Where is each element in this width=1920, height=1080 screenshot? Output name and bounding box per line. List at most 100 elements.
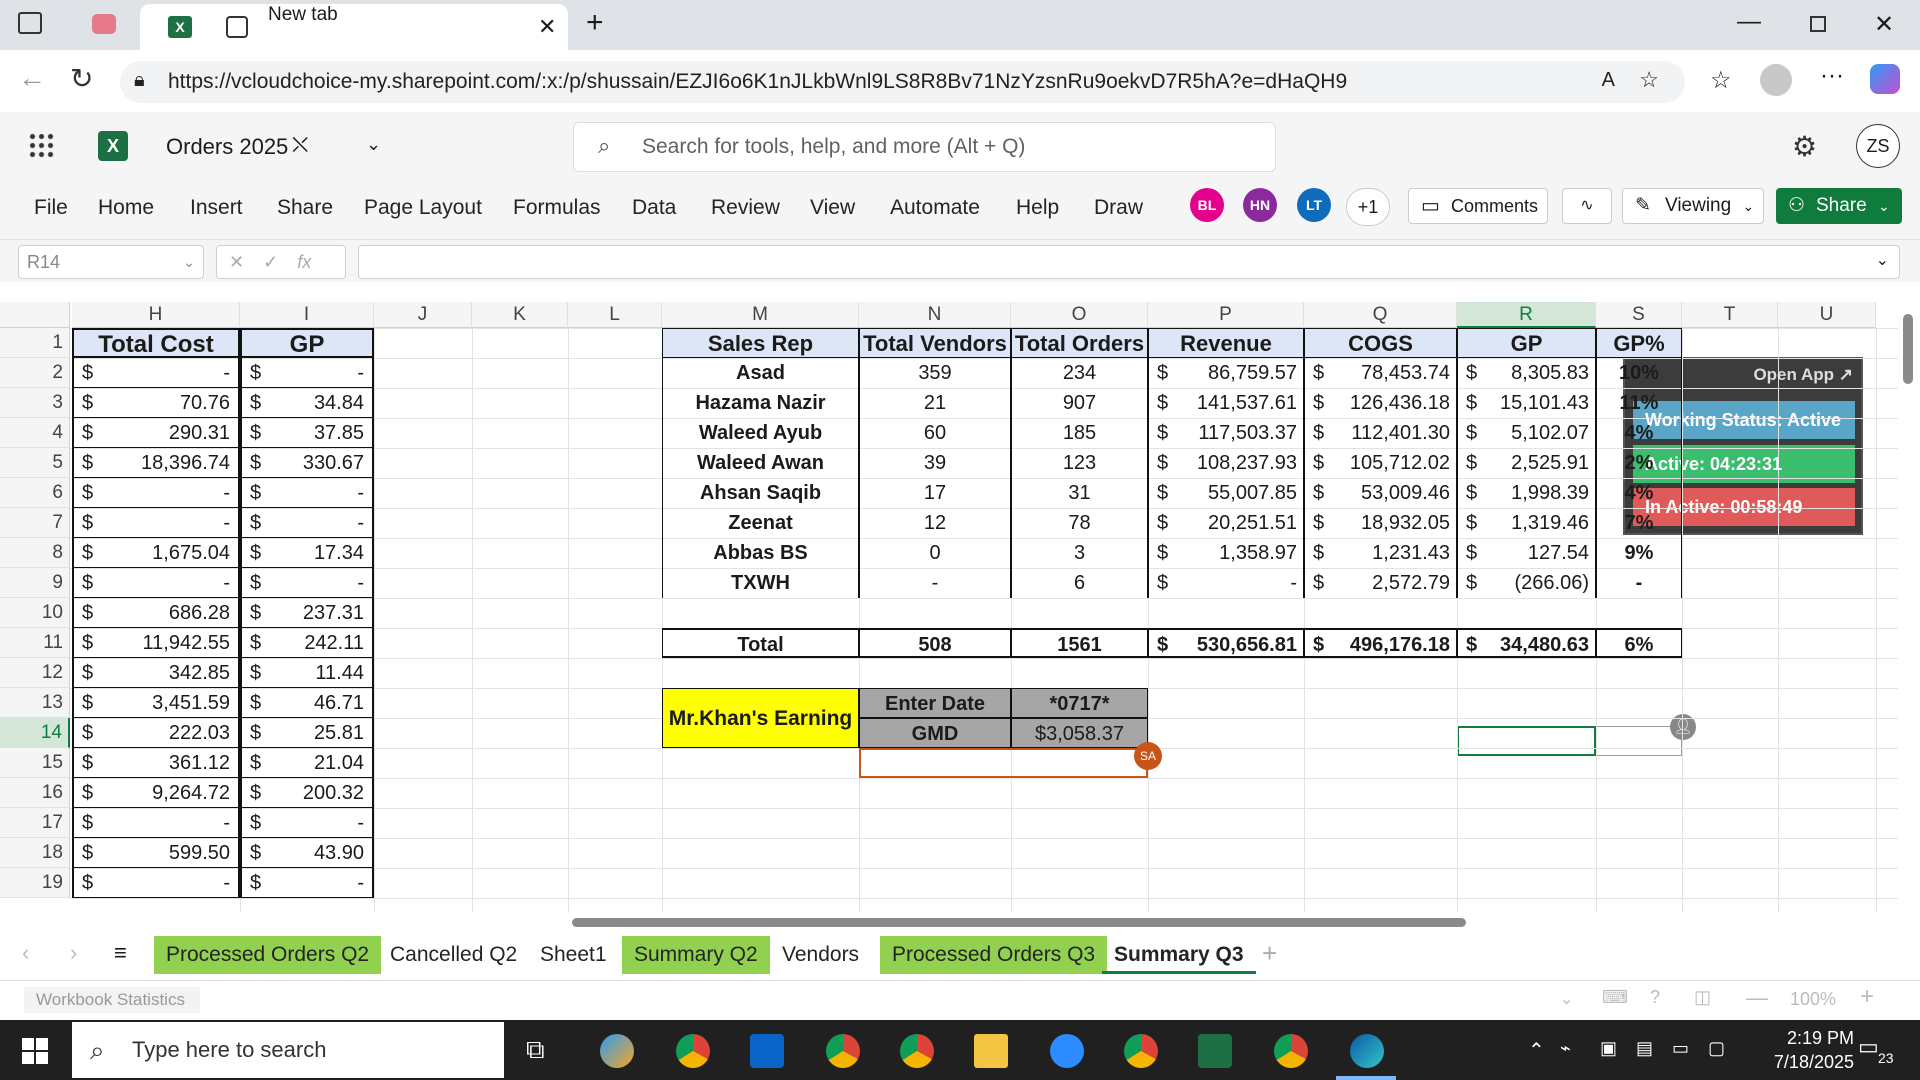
ribbon-tab-view[interactable]: View — [810, 196, 855, 220]
prev-sheet-icon[interactable]: ‹ — [22, 940, 29, 966]
column-header-t[interactable]: T — [1682, 302, 1778, 328]
ribbon-tab-data[interactable]: Data — [632, 196, 676, 220]
outlook-icon[interactable] — [750, 1034, 784, 1068]
confirm-formula-icon[interactable]: ✓ — [263, 252, 278, 272]
ribbon-tab-draw[interactable]: Draw — [1094, 196, 1143, 220]
profile-avatar[interactable] — [1760, 64, 1792, 96]
read-aloud-icon[interactable]: A — [1602, 69, 1615, 92]
row-header-2[interactable]: 2 — [0, 358, 70, 388]
close-window-icon[interactable]: ✕ — [1874, 10, 1894, 39]
tab-actions-icon[interactable] — [18, 12, 42, 34]
ribbon-tab-insert[interactable]: Insert — [190, 196, 243, 220]
row-header-19[interactable]: 19 — [0, 868, 70, 898]
next-sheet-icon[interactable]: › — [70, 940, 77, 966]
sheet-tab-sheet1[interactable]: Sheet1 — [528, 936, 619, 974]
all-sheets-icon[interactable]: ≡ — [114, 940, 127, 966]
task-view-icon[interactable]: ⧉ — [526, 1034, 545, 1066]
column-header-l[interactable]: L — [568, 302, 662, 328]
tab-new-tab[interactable]: X New tab ✕ — [140, 4, 568, 50]
cancel-formula-icon[interactable]: ✕ — [229, 252, 244, 272]
row-header-18[interactable]: 18 — [0, 838, 70, 868]
zoom-in-icon[interactable]: + — [1860, 983, 1874, 1011]
status-chevron-icon[interactable]: ⌄ — [1560, 989, 1573, 1009]
close-tab-icon[interactable]: ✕ — [538, 14, 556, 40]
help-icon[interactable]: ? — [1650, 987, 1660, 1008]
row-header-6[interactable]: 6 — [0, 478, 70, 508]
column-header-q[interactable]: Q — [1304, 302, 1457, 328]
chrome-profile-2-icon[interactable] — [900, 1034, 934, 1068]
feedback-icon[interactable]: ◫ — [1694, 987, 1711, 1008]
row-header-10[interactable]: 10 — [0, 598, 70, 628]
keyboard-icon[interactable]: ⌨ — [1602, 987, 1628, 1008]
vertical-scrollbar[interactable] — [1898, 286, 1918, 912]
edge-icon[interactable] — [1350, 1034, 1384, 1068]
column-header-p[interactable]: P — [1148, 302, 1304, 328]
row-header-3[interactable]: 3 — [0, 388, 70, 418]
column-header-n[interactable]: N — [859, 302, 1011, 328]
chrome-icon[interactable] — [676, 1034, 710, 1068]
chrome-profile-icon[interactable] — [826, 1034, 860, 1068]
share-button[interactable]: ⚇ Share ⌄ — [1776, 188, 1902, 224]
comments-button[interactable]: ▭ Comments — [1408, 188, 1548, 224]
search-input[interactable]: ⌕ Search for tools, help, and more (Alt … — [573, 122, 1276, 172]
row-header-16[interactable]: 16 — [0, 778, 70, 808]
sheet-tab-vendors[interactable]: Vendors — [770, 936, 871, 974]
row-header-15[interactable]: 15 — [0, 748, 70, 778]
column-header-j[interactable]: J — [374, 302, 472, 328]
zoom-level[interactable]: 100% — [1790, 989, 1836, 1010]
doc-title[interactable]: Orders 2025 — [166, 134, 288, 160]
tray-chevron-icon[interactable]: ⌃ — [1528, 1038, 1545, 1063]
collaborator-avatar[interactable]: BL — [1190, 188, 1224, 222]
sheet-tab-cancelled-q2[interactable]: Cancelled Q2 — [378, 936, 529, 974]
zoom-out-icon[interactable]: — — [1746, 985, 1768, 1011]
row-header-17[interactable]: 17 — [0, 808, 70, 838]
row-header-8[interactable]: 8 — [0, 538, 70, 568]
ribbon-tab-help[interactable]: Help — [1016, 196, 1059, 220]
gear-icon[interactable]: ⚙ — [1792, 130, 1817, 163]
favorite-star-icon[interactable]: ☆ — [1639, 67, 1659, 93]
more-collaborators[interactable]: +1 — [1346, 188, 1390, 226]
column-header-o[interactable]: O — [1011, 302, 1148, 328]
ribbon-tab-file[interactable]: File — [34, 196, 68, 220]
row-header-11[interactable]: 11 — [0, 628, 70, 658]
url-field[interactable]: 🔒︎ https://vcloudchoice-my.sharepoint.co… — [120, 61, 1685, 103]
ribbon-tab-page-layout[interactable]: Page Layout — [364, 196, 482, 220]
column-header-r[interactable]: R — [1457, 302, 1596, 328]
new-tab-icon[interactable]: + — [586, 6, 604, 40]
tray-icon-3[interactable]: ▤ — [1636, 1038, 1653, 1059]
selected-cell-r14[interactable] — [1457, 726, 1596, 756]
activity-button[interactable]: ∿ — [1562, 188, 1612, 224]
pin-off-icon[interactable]: ⛌ — [292, 132, 308, 158]
expand-formula-icon[interactable]: ⌄ — [1876, 250, 1889, 270]
copilot-icon[interactable] — [1870, 64, 1900, 94]
ribbon-tab-formulas[interactable]: Formulas — [513, 196, 601, 220]
row-header-12[interactable]: 12 — [0, 658, 70, 688]
clock[interactable]: 2:19 PM 7/18/2025 — [1748, 1026, 1854, 1074]
taskbar-search-input[interactable]: ⌕ Type here to search — [72, 1022, 504, 1078]
network-icon[interactable]: ▢ — [1708, 1038, 1725, 1059]
vertical-scroll-thumb[interactable] — [1903, 314, 1913, 384]
workbook-stats-button[interactable]: Workbook Statistics — [24, 987, 200, 1013]
name-box[interactable]: R14 ⌄ — [18, 245, 204, 279]
formula-input[interactable]: ⌄ — [358, 245, 1900, 279]
ribbon-tab-home[interactable]: Home — [98, 196, 154, 220]
sheet-tab-summary-q3[interactable]: Summary Q3 — [1102, 936, 1256, 974]
column-header-i[interactable]: I — [240, 302, 374, 328]
chrome-icon-2[interactable] — [1124, 1034, 1158, 1068]
youtube-tab-icon[interactable] — [92, 14, 116, 34]
add-sheet-icon[interactable]: + — [1262, 938, 1277, 969]
horizontal-scroll-thumb[interactable] — [572, 918, 1466, 927]
enter-date-value[interactable]: *0717* — [1011, 688, 1148, 718]
column-header-u[interactable]: U — [1778, 302, 1876, 328]
collaborator-avatar[interactable]: HN — [1243, 188, 1277, 222]
row-header-7[interactable]: 7 — [0, 508, 70, 538]
zoom-icon[interactable] — [1050, 1034, 1084, 1068]
ribbon-tab-automate[interactable]: Automate — [890, 196, 980, 220]
row-header-14[interactable]: 14 — [0, 718, 70, 748]
fx-icon[interactable]: fx — [297, 252, 311, 272]
row-header-9[interactable]: 9 — [0, 568, 70, 598]
row-header-4[interactable]: 4 — [0, 418, 70, 448]
column-header-s[interactable]: S — [1596, 302, 1682, 328]
file-explorer-icon[interactable] — [974, 1034, 1008, 1068]
chevron-down-icon[interactable]: ⌄ — [366, 134, 381, 155]
